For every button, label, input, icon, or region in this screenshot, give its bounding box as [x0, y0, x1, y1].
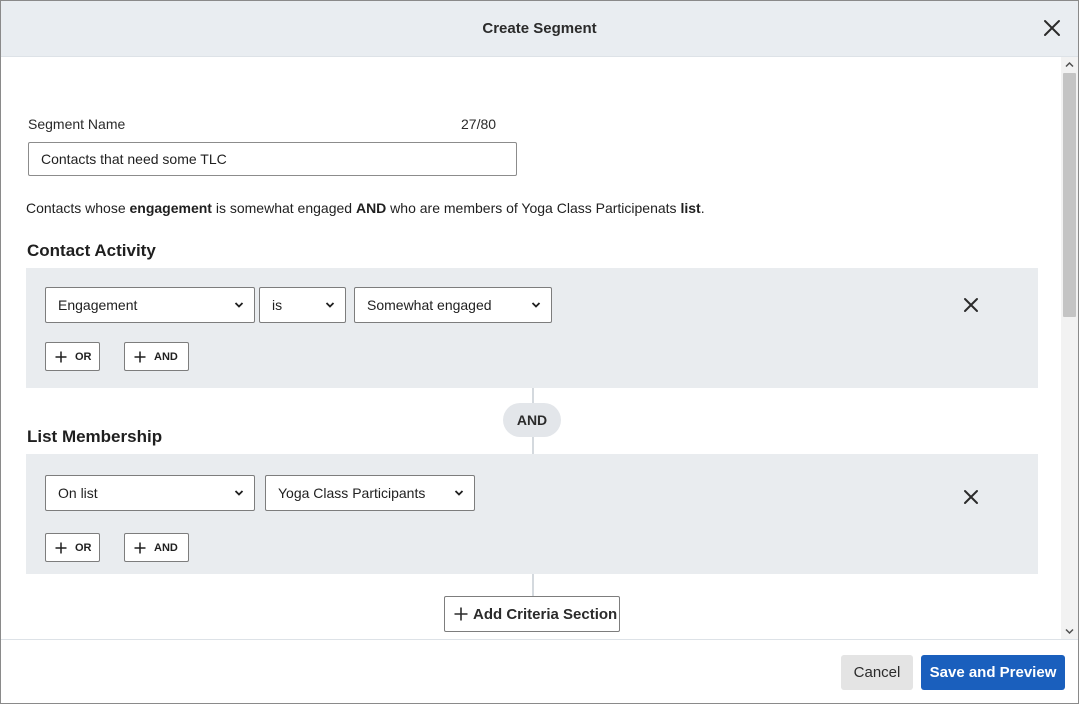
add-and-condition-button[interactable]: AND [124, 533, 189, 562]
close-icon [964, 490, 978, 504]
summary-text: who are members of Yoga Class Participen… [386, 200, 681, 216]
dialog-title: Create Segment [482, 20, 597, 37]
select-value: Somewhat engaged [367, 297, 492, 313]
criteria-panel-contact-activity: Engagement is Somewhat engaged OR AND [26, 268, 1038, 388]
add-or-condition-button[interactable]: OR [45, 533, 100, 562]
summary-text: Contacts whose [26, 200, 130, 216]
cancel-button[interactable]: Cancel [841, 655, 913, 690]
button-label: OR [75, 351, 92, 363]
chevron-down-icon [531, 302, 541, 308]
select-value: On list [58, 485, 98, 501]
section-connector-line [532, 574, 534, 596]
list-select[interactable]: Yoga Class Participants [265, 475, 475, 511]
dialog-header: Create Segment [1, 1, 1078, 57]
close-dialog-button[interactable] [1042, 18, 1062, 38]
plus-icon [55, 351, 67, 363]
section-title-contact-activity: Contact Activity [27, 241, 156, 260]
list-condition-select[interactable]: On list [45, 475, 255, 511]
select-value: Engagement [58, 297, 138, 313]
chevron-down-icon [325, 302, 335, 308]
section-connector-and: AND [503, 403, 561, 437]
summary-bold: list [680, 200, 701, 216]
close-icon [1044, 20, 1060, 36]
close-icon [964, 298, 978, 312]
summary-text: . [700, 200, 705, 216]
scroll-down-arrow-icon[interactable] [1064, 626, 1075, 637]
create-segment-dialog: Create Segment Segment Name 27/80 Contac… [0, 0, 1079, 704]
engagement-level-select[interactable]: Somewhat engaged [354, 287, 552, 323]
button-label: Add Criteria Section [473, 606, 618, 623]
remove-criteria-button[interactable] [963, 297, 979, 313]
plus-icon [454, 607, 468, 621]
button-label: OR [75, 542, 92, 554]
save-and-preview-button[interactable]: Save and Preview [921, 655, 1065, 690]
section-title-list-membership: List Membership [27, 427, 163, 446]
select-value: Yoga Class Participants [278, 485, 426, 501]
scroll-up-arrow-icon[interactable] [1064, 59, 1075, 70]
plus-icon [55, 542, 67, 554]
segment-summary: Contacts whose engagement is somewhat en… [26, 200, 705, 216]
add-criteria-section-button[interactable]: Add Criteria Section [444, 596, 620, 632]
plus-icon [134, 351, 146, 363]
add-and-condition-button[interactable]: AND [124, 342, 189, 371]
dialog-footer: Cancel Save and Preview [1, 639, 1078, 703]
engagement-select[interactable]: Engagement [45, 287, 255, 323]
scrollbar-thumb[interactable] [1063, 73, 1076, 317]
plus-icon [134, 542, 146, 554]
operator-select[interactable]: is [259, 287, 346, 323]
segment-name-input[interactable] [28, 142, 517, 176]
remove-criteria-button[interactable] [963, 489, 979, 505]
criteria-panel-list-membership: On list Yoga Class Participants OR AND [26, 454, 1038, 574]
dialog-body: Segment Name 27/80 Contacts whose engage… [1, 57, 1061, 639]
chevron-down-icon [454, 490, 464, 496]
segment-name-char-count: 27/80 [461, 116, 497, 132]
summary-bold: AND [355, 200, 387, 216]
button-label: AND [154, 542, 178, 554]
summary-text: is somewhat engaged [211, 200, 356, 216]
summary-bold: engagement [129, 200, 212, 216]
chevron-down-icon [234, 490, 244, 496]
vertical-scrollbar[interactable] [1061, 57, 1078, 639]
select-value: is [272, 297, 283, 313]
add-or-condition-button[interactable]: OR [45, 342, 100, 371]
segment-name-label: Segment Name [28, 116, 126, 132]
button-label: AND [154, 351, 178, 363]
chevron-down-icon [234, 302, 244, 308]
